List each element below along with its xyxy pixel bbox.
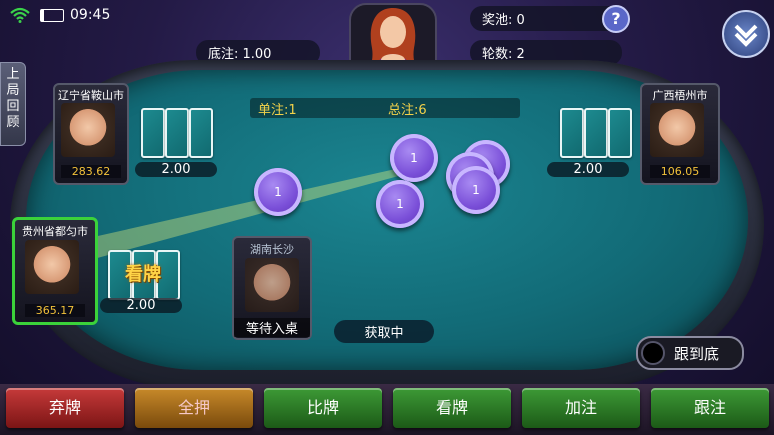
total-bet: 总注:6	[388, 103, 427, 118]
bet-info-bar: 单注:1 总注:6	[250, 98, 520, 118]
card-back	[560, 108, 584, 158]
call-button[interactable]: 跟注	[651, 388, 769, 428]
help-button[interactable]: ?	[602, 5, 630, 33]
battery-icon	[40, 9, 64, 22]
card-status-label: 看牌	[125, 264, 161, 285]
player-cards	[141, 108, 213, 158]
player-name: 贵州省都匀市	[22, 225, 88, 238]
avatar	[25, 240, 79, 294]
center-status: 获取中	[334, 320, 434, 343]
clock: 09:45	[70, 7, 111, 23]
raise-button[interactable]: 加注	[522, 388, 640, 428]
avatar	[61, 103, 115, 157]
menu-button[interactable]	[722, 10, 770, 58]
player-money: 365.17	[25, 304, 85, 317]
fold-button[interactable]: 弃牌	[6, 388, 124, 428]
player-name: 辽宁省鞍山市	[58, 89, 124, 102]
player-bet: 2.00	[547, 162, 629, 177]
game-screen: 09:45 奖池: 0 ? 轮数: 2 底注: 1.00 上局回顾 单注:1 总…	[0, 0, 774, 435]
follow-to-end-toggle[interactable]: 跟到底	[636, 336, 744, 370]
look-cards-button[interactable]: 看牌	[393, 388, 511, 428]
compare-button[interactable]: 比牌	[264, 388, 382, 428]
avatar	[245, 258, 299, 312]
toggle-knob	[641, 341, 665, 365]
wifi-icon	[10, 7, 30, 27]
chevron-down-icon	[734, 24, 758, 47]
player-name: 广西梧州市	[652, 89, 708, 102]
card-back	[189, 108, 213, 158]
player-seat-liaoning[interactable]: 辽宁省鞍山市 283.62	[53, 83, 129, 185]
player-bet: 2.00	[100, 298, 182, 313]
card-back	[141, 108, 165, 158]
toggle-label: 跟到底	[674, 345, 720, 363]
player-seat-guangxi[interactable]: 广西梧州市 106.05	[640, 83, 720, 185]
waiting-status: 等待入桌	[234, 318, 310, 337]
card-back	[165, 108, 189, 158]
chip: 1	[254, 168, 302, 216]
player-cards: 看牌	[108, 250, 180, 300]
player-money: 106.05	[650, 165, 710, 178]
avatar	[650, 103, 704, 157]
single-bet: 单注:1	[258, 103, 297, 118]
all-in-button[interactable]: 全押	[135, 388, 253, 428]
player-seat-self[interactable]: 贵州省都匀市 365.17	[12, 217, 98, 325]
chip: 1	[390, 134, 438, 182]
player-name: 湖南长沙	[250, 243, 294, 256]
player-seat-hunan[interactable]: 湖南长沙 等待入桌	[232, 236, 312, 340]
player-money: 283.62	[61, 165, 121, 178]
player-cards	[560, 108, 632, 158]
player-bet: 2.00	[135, 162, 217, 177]
chip: 1	[376, 180, 424, 228]
history-tab[interactable]: 上局回顾	[0, 62, 26, 146]
card-back	[608, 108, 632, 158]
card-back	[584, 108, 608, 158]
prize-pool: 奖池: 0	[470, 6, 622, 31]
chip: 1	[452, 166, 500, 214]
